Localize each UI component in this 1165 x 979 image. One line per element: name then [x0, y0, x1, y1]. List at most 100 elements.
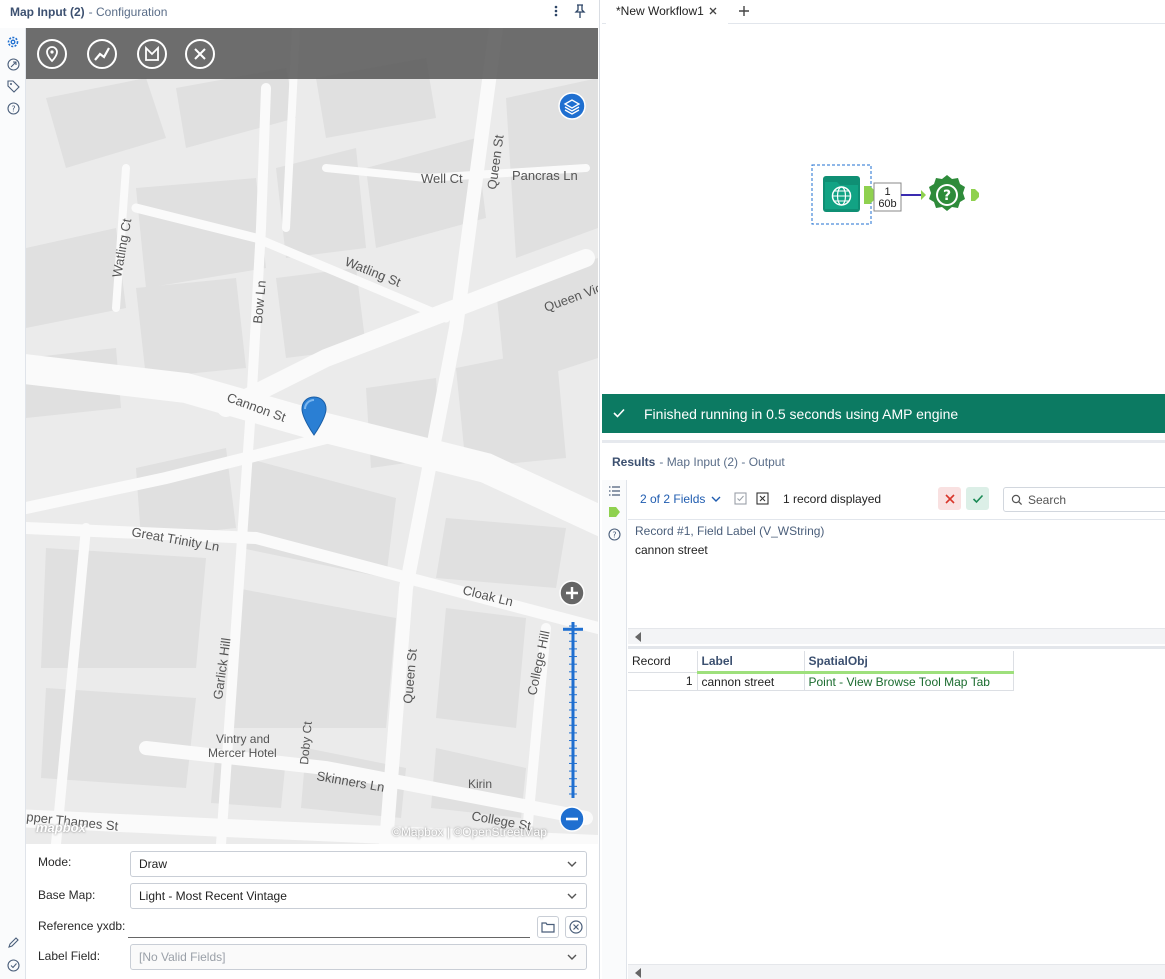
help-icon[interactable]: ? [5, 100, 21, 116]
workflow-tab-bar: *New Workflow1 [602, 0, 1165, 24]
map-input-tool-icon[interactable] [823, 176, 860, 212]
layers-icon[interactable] [558, 92, 586, 120]
search-input[interactable]: Search [1003, 487, 1165, 512]
mode-label: Mode: [38, 855, 72, 869]
label-mercer-hotel: Mercer Hotel [208, 746, 277, 760]
mode-select[interactable]: Draw [130, 851, 587, 877]
reference-yxdb-input[interactable] [128, 917, 530, 938]
draw-line-icon[interactable] [86, 38, 118, 70]
browse-output-anchor[interactable] [971, 189, 979, 201]
column-header-record[interactable]: Record [628, 651, 698, 673]
map-draw-toolbar [26, 28, 598, 79]
output-anchor[interactable] [864, 186, 874, 204]
clear-drawing-icon[interactable] [184, 38, 216, 70]
pin-icon[interactable] [571, 2, 589, 20]
svg-text:?: ? [612, 531, 616, 540]
results-side-rail: ? [602, 480, 627, 979]
label-field-label: Label Field: [38, 949, 101, 963]
check-circle-icon[interactable] [5, 957, 21, 973]
results-title: Results [612, 454, 656, 469]
label-well-ct: Well Ct [421, 171, 463, 186]
draw-polygon-icon[interactable] [136, 38, 168, 70]
svg-text:?: ? [943, 188, 951, 204]
apply-button[interactable] [966, 487, 989, 510]
zoom-handle[interactable] [563, 627, 583, 631]
map-view[interactable]: Well Ct Pancras Ln Queen St Watling Ct W… [26, 28, 598, 844]
close-circle-icon [569, 920, 583, 934]
workflow-canvas[interactable]: 1 60b ? [602, 25, 1165, 393]
mapbox-logo: mapbox [36, 820, 86, 835]
draw-point-icon[interactable] [36, 38, 68, 70]
check-icon [972, 494, 983, 503]
base-map-value: Light - Most Recent Vintage [139, 889, 287, 903]
list-icon[interactable] [608, 485, 621, 497]
record-count: 1 record displayed [783, 492, 882, 506]
map-attribution[interactable]: ©Mapbox | ©OpenStreetMap [392, 825, 547, 839]
search-icon [1011, 494, 1023, 506]
table-header-row: Record Label SpatialObj [628, 651, 1014, 674]
panel-divider[interactable] [628, 646, 1165, 649]
zoom-in-icon[interactable] [559, 580, 585, 606]
base-map-label: Base Map: [38, 888, 96, 902]
config-side-rail: ? [0, 28, 26, 979]
record-field-title: Record #1, Field Label (V_WString) [635, 524, 825, 538]
chevron-down-icon [567, 893, 577, 899]
cell-record[interactable]: 1 [628, 672, 698, 691]
chevron-down-icon [711, 496, 721, 502]
browse-folder-button[interactable] [537, 916, 559, 938]
help-icon[interactable]: ? [608, 528, 621, 541]
output-anchor-icon[interactable] [608, 506, 621, 518]
configuration-panel: Map Input (2) - Configuration ? Well Ct … [0, 0, 600, 979]
label-pancras-ln: Pancras Ln [512, 168, 578, 183]
select-all-icon[interactable] [734, 492, 747, 505]
scroll-left-icon[interactable] [634, 632, 642, 642]
check-icon [613, 408, 625, 418]
input-anchor[interactable] [921, 190, 926, 200]
close-icon[interactable] [706, 4, 720, 18]
clear-reference-button[interactable] [565, 916, 587, 938]
record-field-value: cannon street [635, 543, 708, 557]
cell-label[interactable]: cannon street [697, 672, 805, 691]
chevron-down-icon [567, 954, 577, 960]
zoom-out-icon[interactable] [559, 806, 585, 832]
column-header-spatialobj[interactable]: SpatialObj [804, 651, 1014, 674]
config-subtitle: - Configuration [88, 5, 168, 19]
results-subtitle: - Map Input (2) - Output [659, 454, 785, 469]
cancel-button[interactable] [938, 487, 961, 510]
cell-spatialobj[interactable]: Point - View Browse Tool Map Tab [804, 672, 1014, 691]
workflow-diagram: 1 60b ? [811, 164, 979, 225]
pencil-icon[interactable] [5, 934, 21, 950]
chevron-down-icon [567, 861, 577, 867]
horizontal-scrollbar-bottom[interactable] [628, 964, 1165, 979]
scroll-left-icon[interactable] [634, 968, 642, 978]
fields-selector[interactable]: 2 of 2 Fields [640, 492, 721, 506]
fields-selector-label: 2 of 2 Fields [640, 492, 706, 506]
deselect-all-icon[interactable] [756, 492, 769, 505]
base-map-select[interactable]: Light - Most Recent Vintage [130, 883, 587, 909]
table-row[interactable]: 1 cannon street Point - View Browse Tool… [628, 672, 1014, 691]
label-field-select[interactable]: [No Valid Fields] [130, 944, 587, 970]
search-placeholder: Search [1028, 492, 1067, 507]
reference-yxdb-label: Reference yxdb: [38, 919, 126, 933]
status-bar: Finished running in 0.5 seconds using AM… [602, 394, 1165, 433]
mode-value: Draw [139, 857, 168, 871]
column-header-label[interactable]: Label [697, 651, 805, 674]
results-table: Record Label SpatialObj 1 cannon street … [628, 651, 1014, 691]
connection-size: 60b [878, 198, 896, 210]
annotation-icon[interactable] [5, 56, 21, 72]
config-header: Map Input (2) - Configuration [0, 0, 600, 24]
browse-tool-icon[interactable]: ? [929, 175, 965, 211]
gear-icon[interactable] [5, 34, 21, 50]
map-marker-icon[interactable] [300, 396, 328, 436]
label-kirin: Kirin [468, 777, 492, 791]
zoom-slider[interactable] [563, 622, 583, 798]
results-toolbar: 2 of 2 Fields 1 record displayed Search [628, 480, 1165, 520]
tag-icon[interactable] [5, 78, 21, 94]
tab-label: *New Workflow1 [616, 4, 704, 18]
add-tab-icon[interactable] [736, 3, 752, 19]
connection-count: 1 [884, 186, 890, 198]
svg-text:?: ? [11, 104, 15, 113]
horizontal-scrollbar[interactable] [628, 628, 1165, 644]
more-options-icon[interactable] [547, 2, 565, 20]
label-field-value: [No Valid Fields] [139, 950, 226, 964]
